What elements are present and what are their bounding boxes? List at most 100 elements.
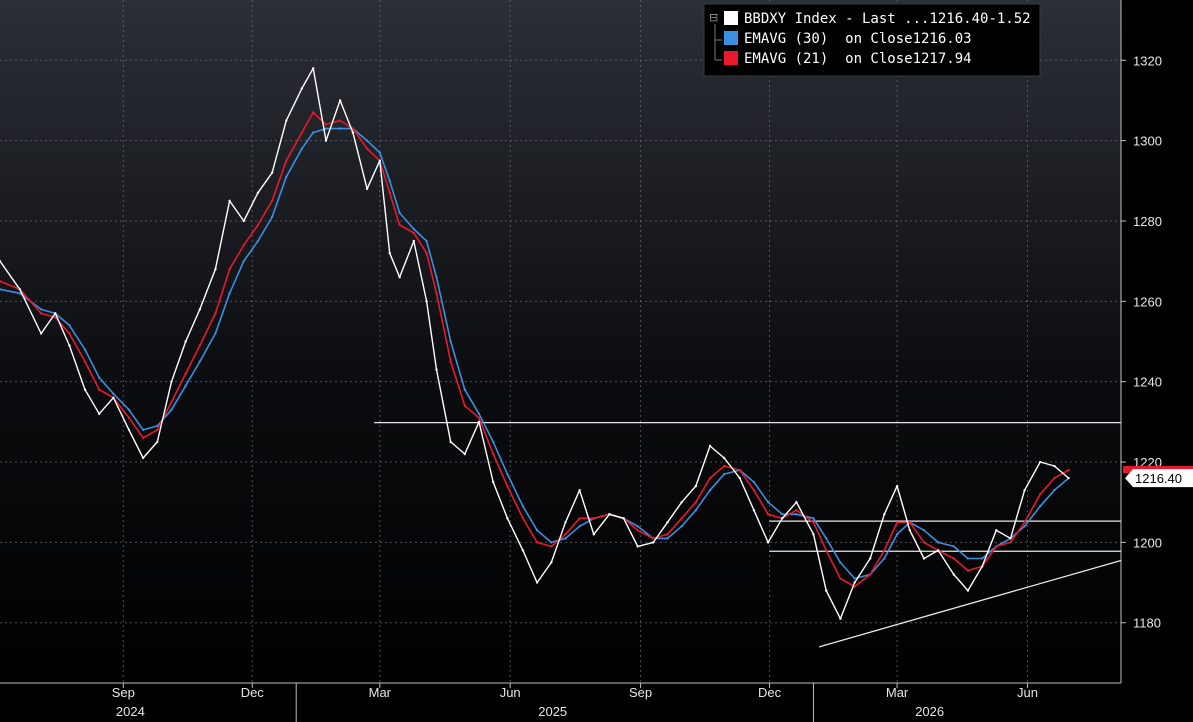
series-2-point-50 [708, 476, 712, 480]
legend-item-ema30[interactable]: EMAVG (30) on Close1216.03 [744, 31, 972, 47]
bbdxy-price-chart: 11801200122012401260128013001320 Sep Dec M… [0, 0, 1193, 722]
year-label-2024: 2024 [116, 704, 145, 719]
last-price-tag-label: 1216.40 [1135, 471, 1182, 486]
series-1-point-4 [68, 324, 71, 327]
series-1-point-55 [781, 513, 784, 516]
series-1-point-7 [112, 392, 115, 395]
series-2-point-20 [300, 131, 304, 134]
series-2-point-25 [365, 147, 369, 150]
series-0-point-21 [311, 67, 315, 70]
x-tick-label-2: Mar [369, 685, 392, 700]
series-2-point-31 [435, 292, 438, 295]
series-2-point-18 [270, 199, 274, 203]
series-0-point-36 [506, 517, 509, 520]
y-tick-label-1300: 1300 [1133, 134, 1162, 149]
series-1-point-58 [825, 537, 828, 540]
legend-last-change: -1.52 [988, 11, 1030, 27]
series-0-point-69 [980, 565, 984, 568]
series-2-point-75 [1067, 468, 1070, 472]
series-1-point-12 [184, 384, 187, 387]
legend-ema30-value: 1216.03 [913, 31, 972, 47]
series-0-point-9 [141, 456, 145, 460]
series-0-point-17 [256, 191, 260, 195]
series-0-point-19 [285, 119, 288, 122]
series-0-point-56 [795, 501, 798, 504]
series-0-point-73 [1039, 460, 1042, 464]
y-tick-label-1200: 1200 [1133, 535, 1162, 550]
series-2-point-16 [242, 243, 245, 247]
series-0-point-16 [242, 219, 245, 223]
series-1-point-25 [365, 139, 369, 142]
series-2-point-41 [578, 517, 581, 520]
legend-collapse-icon[interactable]: ⊟ [709, 12, 718, 24]
series-0-point-31 [435, 368, 438, 371]
series-2-point-21 [311, 111, 315, 114]
series-1-point-18 [270, 215, 274, 219]
legend-last-value: 1216.40 [929, 11, 988, 27]
series-0-point-60 [853, 581, 856, 584]
series-2-point-6 [98, 388, 101, 391]
series-0-point-54 [766, 541, 770, 544]
series-0-point-15 [228, 199, 231, 203]
series-2-point-15 [228, 267, 231, 271]
series-2-point-49 [694, 501, 698, 504]
series-0-point-24 [351, 131, 355, 134]
series-1-point-9 [141, 428, 145, 432]
x-tick-label-3: Jun [500, 685, 521, 700]
series-0-point-44 [622, 517, 625, 520]
series-1-point-57 [812, 517, 815, 520]
series-1-point-41 [578, 525, 581, 528]
series-0-point-61 [868, 557, 872, 560]
series-1-point-67 [952, 545, 955, 548]
series-1-point-34 [477, 412, 481, 416]
legend-item-last[interactable]: BBDXY Index - Last ...1216.40-1.52 [744, 11, 1031, 27]
series-0-point-62 [883, 513, 886, 516]
series-1-point-27 [388, 179, 391, 182]
series-1-point-16 [242, 259, 245, 263]
series-1-point-23 [338, 127, 342, 130]
y-tick-label-1280: 1280 [1133, 214, 1162, 229]
series-1-point-15 [228, 292, 231, 295]
series-0-point-52 [738, 476, 741, 480]
series-0-point-34 [477, 420, 481, 424]
series-2-point-28 [398, 223, 401, 227]
series-2-point-59 [839, 577, 842, 580]
legend-ema21-value: 1217.94 [913, 51, 972, 67]
series-2-point-36 [506, 484, 509, 488]
legend-item-ema21[interactable]: EMAVG (21) on Close1217.94 [744, 51, 972, 67]
series-0-point-1 [18, 288, 22, 291]
x-tick-label-0: Sep [112, 685, 135, 700]
series-1-point-53 [752, 480, 756, 484]
series-2-point-14 [214, 312, 217, 315]
series-0-point-53 [752, 509, 756, 512]
series-0-point-37 [521, 549, 525, 552]
series-0-point-70 [995, 529, 998, 532]
series-1-point-51 [722, 472, 726, 476]
legend-swatch-ema21 [724, 51, 738, 65]
series-0-point-22 [324, 139, 328, 142]
series-2-point-47 [666, 533, 669, 536]
legend[interactable]: ⊟ BBDXY Index - Last ...1216.40-1.52 EMA… [703, 3, 1041, 77]
series-1-point-73 [1039, 505, 1042, 508]
series-0-point-25 [365, 187, 369, 191]
series-1-point-31 [435, 276, 438, 279]
series-0-point-23 [338, 99, 342, 102]
series-2-point-4 [68, 332, 71, 335]
series-2-point-65 [922, 541, 926, 544]
plot-background [0, 0, 1121, 683]
series-0-point-75 [1067, 476, 1070, 480]
series-1-point-13 [198, 360, 202, 363]
series-1-point-8 [127, 408, 131, 411]
series-1-point-5 [83, 348, 87, 351]
year-label-2026: 2026 [915, 704, 944, 719]
series-2-point-32 [449, 360, 452, 363]
series-0-point-55 [781, 517, 784, 520]
series-1-point-63 [895, 533, 899, 536]
series-1-point-20 [300, 147, 304, 150]
series-0-point-8 [127, 428, 131, 432]
series-0-point-66 [936, 549, 940, 552]
series-1-point-39 [550, 541, 553, 544]
series-1-point-49 [694, 509, 698, 512]
series-1-point-29 [412, 227, 416, 231]
series-0-point-26 [378, 159, 382, 162]
